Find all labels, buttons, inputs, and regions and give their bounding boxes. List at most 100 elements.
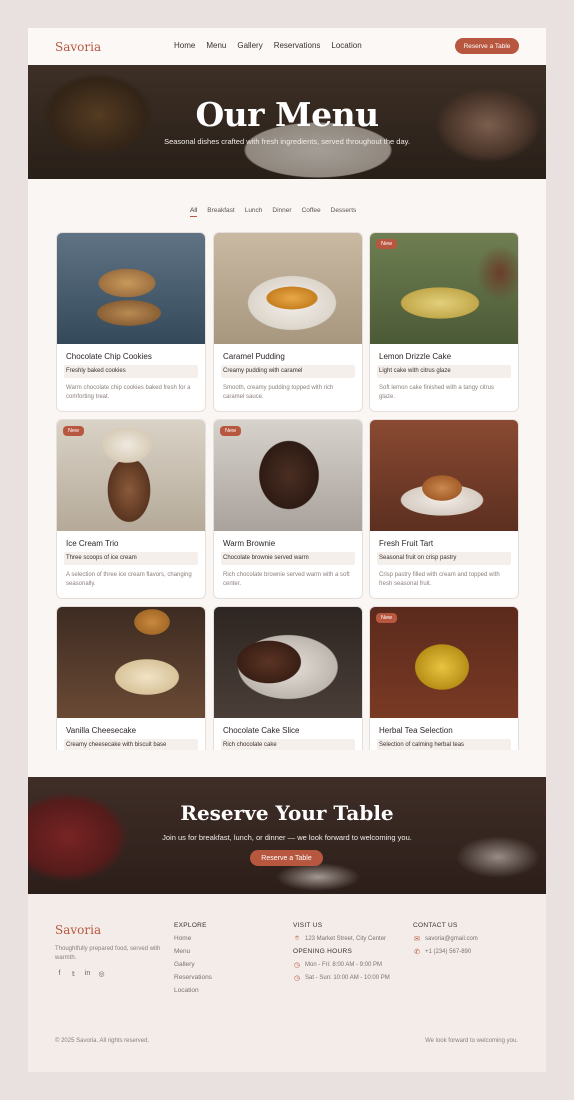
- nav-menu[interactable]: Menu: [206, 41, 226, 50]
- reserve-table-button[interactable]: Reserve a Table: [455, 38, 519, 54]
- contact-heading: CONTACT US: [413, 922, 458, 929]
- hours-weekend: Sat - Sun: 10:00 AM - 10:00 PM: [305, 975, 390, 981]
- menu-card[interactable]: New Ice Cream Trio Three scoops of ice c…: [56, 419, 206, 599]
- item-description: Warm chocolate chip cookies baked fresh …: [66, 385, 191, 400]
- item-title: Chocolate Cake Slice: [223, 726, 300, 735]
- hero-banner: Our Menu Seasonal dishes crafted with fr…: [28, 65, 546, 179]
- item-tagline: Freshly baked cookies: [64, 365, 198, 378]
- item-tagline: Light cake with citrus glaze: [377, 365, 511, 378]
- menu-card[interactable]: New Lemon Drizzle Cake Light cake with c…: [369, 232, 519, 412]
- hero-subtitle: Seasonal dishes crafted with fresh ingre…: [164, 137, 410, 146]
- menu-card[interactable]: New Warm Brownie Chocolate brownie serve…: [213, 419, 363, 599]
- item-tagline: Creamy cheesecake with biscuit base: [64, 739, 198, 750]
- item-description: Rich chocolate brownie served warm with …: [223, 572, 350, 587]
- footer-link-home[interactable]: Home: [174, 935, 212, 942]
- logo[interactable]: Savoria: [55, 40, 101, 54]
- item-title: Chocolate Chip Cookies: [66, 352, 152, 361]
- menu-card[interactable]: Chocolate Cake Slice Rich chocolate cake: [213, 606, 363, 750]
- reserve-table-cta-button[interactable]: Reserve a Table: [250, 850, 323, 866]
- food-image: [370, 420, 518, 531]
- food-image: [57, 233, 205, 344]
- menu-card[interactable]: Caramel Pudding Creamy pudding with cara…: [213, 232, 363, 412]
- footer-tagline: Thoughtfully prepared food, served with …: [55, 946, 161, 961]
- item-tagline: Creamy pudding with caramel: [221, 365, 355, 378]
- explore-heading: EXPLORE: [174, 922, 207, 929]
- footer-link-menu[interactable]: Menu: [174, 948, 212, 955]
- item-description: A selection of three ice cream flavors, …: [66, 572, 192, 587]
- site-footer: Savoria Thoughtfully prepared food, serv…: [28, 894, 546, 1072]
- item-title: Lemon Drizzle Cake: [379, 352, 452, 361]
- food-image: [214, 607, 362, 718]
- twitter-icon[interactable]: 𝕥: [69, 969, 78, 978]
- filter-lunch[interactable]: Lunch: [245, 207, 263, 217]
- item-title: Caramel Pudding: [223, 352, 285, 361]
- reserve-title: Reserve Your Table: [180, 801, 394, 825]
- social-links: f 𝕥 in ◎: [55, 969, 106, 978]
- new-badge: New: [220, 426, 242, 436]
- linkedin-icon[interactable]: in: [83, 969, 92, 978]
- clock-icon: ◷: [293, 975, 301, 982]
- page-title: Our Menu: [195, 95, 379, 134]
- facebook-icon[interactable]: f: [55, 969, 64, 978]
- new-badge: New: [376, 239, 398, 249]
- menu-card[interactable]: Fresh Fruit Tart Seasonal fruit on crisp…: [369, 419, 519, 599]
- footer-closing: We look forward to welcoming you.: [425, 1038, 518, 1044]
- menu-grid: Chocolate Chip Cookies Freshly baked coo…: [28, 228, 546, 750]
- filter-dinner[interactable]: Dinner: [272, 207, 291, 217]
- footer-visit: VISIT US ⌾ 123 Market Street, City Center…: [293, 922, 390, 987]
- item-title: Warm Brownie: [223, 539, 276, 548]
- visit-heading: VISIT US: [293, 922, 323, 929]
- footer-contact: CONTACT US ✉ savoria@gmail.com ✆ +1 (234) …: [413, 922, 478, 961]
- item-description: Crisp pastry filled with cream and toppe…: [379, 572, 500, 587]
- item-description: Soft lemon cake finished with a tangy ci…: [379, 385, 495, 400]
- item-tagline: Selection of calming herbal teas: [377, 739, 511, 750]
- footer-logo[interactable]: Savoria: [55, 923, 101, 937]
- phone-icon: ✆: [414, 949, 420, 956]
- filter-coffee[interactable]: Coffee: [302, 207, 321, 217]
- filter-all[interactable]: All: [190, 207, 198, 217]
- item-title: Herbal Tea Selection: [379, 726, 453, 735]
- clock-icon: ◷: [293, 962, 301, 969]
- new-badge: New: [63, 426, 85, 436]
- item-title: Fresh Fruit Tart: [379, 539, 434, 548]
- address: 123 Market Street, City Center: [305, 936, 387, 942]
- new-badge: New: [376, 613, 398, 623]
- phone-link[interactable]: +1 (234) 567-890: [425, 949, 471, 955]
- menu-card[interactable]: New Herbal Tea Selection Selection of ca…: [369, 606, 519, 750]
- copyright: © 2025 Savoria. All rights reserved.: [55, 1038, 150, 1044]
- hours-weekday: Mon - Fri: 8:00 AM - 9:00 PM: [305, 962, 383, 968]
- footer-explore: EXPLORE Home Menu Gallery Reservations L…: [174, 922, 212, 1000]
- filter-breakfast[interactable]: Breakfast: [207, 207, 234, 217]
- main-nav: Home Menu Gallery Reservations Location: [174, 41, 362, 50]
- category-filters: All Breakfast Lunch Dinner Coffee Desser…: [190, 207, 356, 217]
- hours-heading: OPENING HOURS: [293, 948, 353, 955]
- reserve-banner: Reserve Your Table Join us for breakfast…: [28, 777, 546, 894]
- mail-icon: ✉: [414, 936, 420, 943]
- instagram-icon[interactable]: ◎: [97, 969, 106, 978]
- food-image: [370, 607, 518, 718]
- footer-link-reservations[interactable]: Reservations: [174, 974, 212, 981]
- menu-card[interactable]: Chocolate Chip Cookies Freshly baked coo…: [56, 232, 206, 412]
- item-tagline: Chocolate brownie served warm: [221, 552, 355, 565]
- nav-home[interactable]: Home: [174, 41, 195, 50]
- food-image: [214, 233, 362, 344]
- food-image: [370, 233, 518, 344]
- item-tagline: Rich chocolate cake: [221, 739, 355, 750]
- nav-reservations[interactable]: Reservations: [274, 41, 321, 50]
- site-header: Savoria Home Menu Gallery Reservations L…: [28, 28, 546, 65]
- menu-card[interactable]: Vanilla Cheesecake Creamy cheesecake wit…: [56, 606, 206, 750]
- item-tagline: Seasonal fruit on crisp pastry: [377, 552, 511, 565]
- item-description: Smooth, creamy pudding topped with rich …: [223, 385, 334, 400]
- food-image: [57, 607, 205, 718]
- email-link[interactable]: savoria@gmail.com: [425, 936, 478, 942]
- nav-location[interactable]: Location: [331, 41, 361, 50]
- footer-link-gallery[interactable]: Gallery: [174, 961, 212, 968]
- item-tagline: Three scoops of ice cream: [64, 552, 198, 565]
- food-image: [57, 420, 205, 531]
- nav-gallery[interactable]: Gallery: [237, 41, 262, 50]
- location-pin-icon: ⌾: [294, 935, 300, 942]
- filter-desserts[interactable]: Desserts: [331, 207, 357, 217]
- item-title: Vanilla Cheesecake: [66, 726, 137, 735]
- reserve-subtitle: Join us for breakfast, lunch, or dinner …: [162, 833, 412, 842]
- footer-link-location[interactable]: Location: [174, 987, 212, 994]
